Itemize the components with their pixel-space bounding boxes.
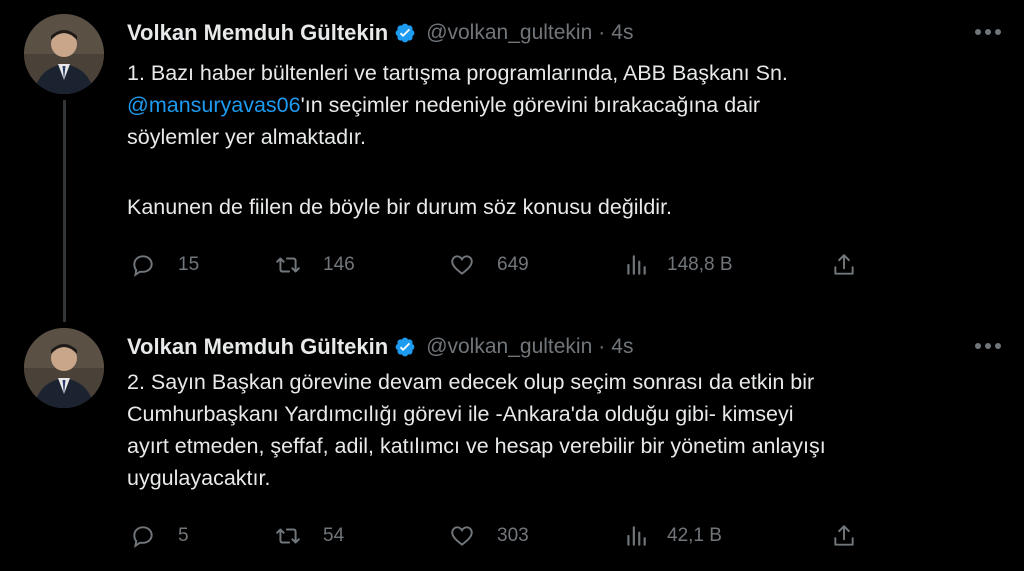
views-button[interactable]: 148,8 B [623,250,733,280]
tweet-text-line: Cumhurbaşkanı Yardımcılığı görevi ile -A… [127,402,794,426]
separator-dot: · [598,335,606,358]
like-button[interactable]: 303 [449,521,529,551]
verified-badge-icon [394,336,416,358]
tweet-text: 1. Bazı haber bültenleri ve tartışma pro… [127,57,788,223]
separator-dot: · [598,21,606,44]
user-avatar-icon [24,328,104,408]
more-icon[interactable] [966,332,1010,360]
tweet-header: Volkan Memduh Gültekin @volkan_gultekin … [127,16,633,50]
tweet-text-line: söylemler yer almaktadır. [127,125,366,149]
tweet-header: Volkan Memduh Gültekin @volkan_gultekin … [127,330,633,364]
thread-connector-line [63,100,66,322]
author-handle[interactable]: @volkan_gultekin [426,21,592,45]
tweet-text-line: ayırt etmeden, şeffaf, adil, katılımcı v… [127,434,826,458]
tweet-text-line: uygulayacaktır. [127,466,271,490]
tweet-actions: 5 54 303 42,1 B [127,521,867,551]
more-icon[interactable] [966,18,1010,46]
tweet-text-fragment: 'ın seçimler nedeniyle görevini bırakaca… [300,93,761,117]
reply-button[interactable]: 15 [130,250,199,280]
reply-icon [133,255,153,277]
views-button[interactable]: 42,1 B [623,521,722,551]
author-name[interactable]: Volkan Memduh Gültekin [127,334,388,360]
like-button[interactable]: 649 [449,250,529,280]
like-count: 649 [497,254,529,275]
avatar[interactable] [24,328,104,408]
retweet-button[interactable]: 54 [275,521,344,551]
heart-icon [451,526,473,546]
views-icon [627,526,646,546]
tweet-text-line: @mansuryavas06'ın seçimler nedeniyle gör… [127,89,788,121]
views-count: 148,8 B [667,254,733,275]
author-handle[interactable]: @volkan_gultekin [426,335,592,359]
tweet-text-line: Kanunen de fiilen de böyle bir durum söz… [127,195,673,219]
retweet-count: 54 [323,525,345,546]
retweet-icon [276,257,300,273]
reply-icon [133,526,153,548]
retweet-count: 146 [323,254,355,275]
timestamp[interactable]: 4s [611,21,633,45]
reply-count: 5 [178,525,189,546]
timestamp[interactable]: 4s [611,335,633,359]
mention-link[interactable]: @mansuryavas06 [127,93,301,117]
verified-badge-icon [394,22,416,44]
share-icon [834,525,854,546]
retweet-button[interactable]: 146 [275,250,355,280]
share-button[interactable] [831,521,857,551]
tweet-text: 2. Sayın Başkan görevine devam edecek ol… [127,366,826,494]
reply-button[interactable]: 5 [130,521,189,551]
tweet-text-line: 1. Bazı haber bültenleri ve tartışma pro… [127,61,788,85]
user-avatar-icon [24,14,104,94]
author-name[interactable]: Volkan Memduh Gültekin [127,20,388,46]
retweet-icon [276,528,300,544]
share-button[interactable] [831,250,857,280]
avatar[interactable] [24,14,104,94]
reply-count: 15 [178,254,200,275]
views-count: 42,1 B [667,525,722,546]
share-icon [834,254,854,275]
tweet-actions: 15 146 649 148,8 B [127,250,867,280]
tweet-text-line: 2. Sayın Başkan görevine devam edecek ol… [127,370,815,394]
views-icon [627,255,646,275]
like-count: 303 [497,525,529,546]
heart-icon [451,255,473,275]
